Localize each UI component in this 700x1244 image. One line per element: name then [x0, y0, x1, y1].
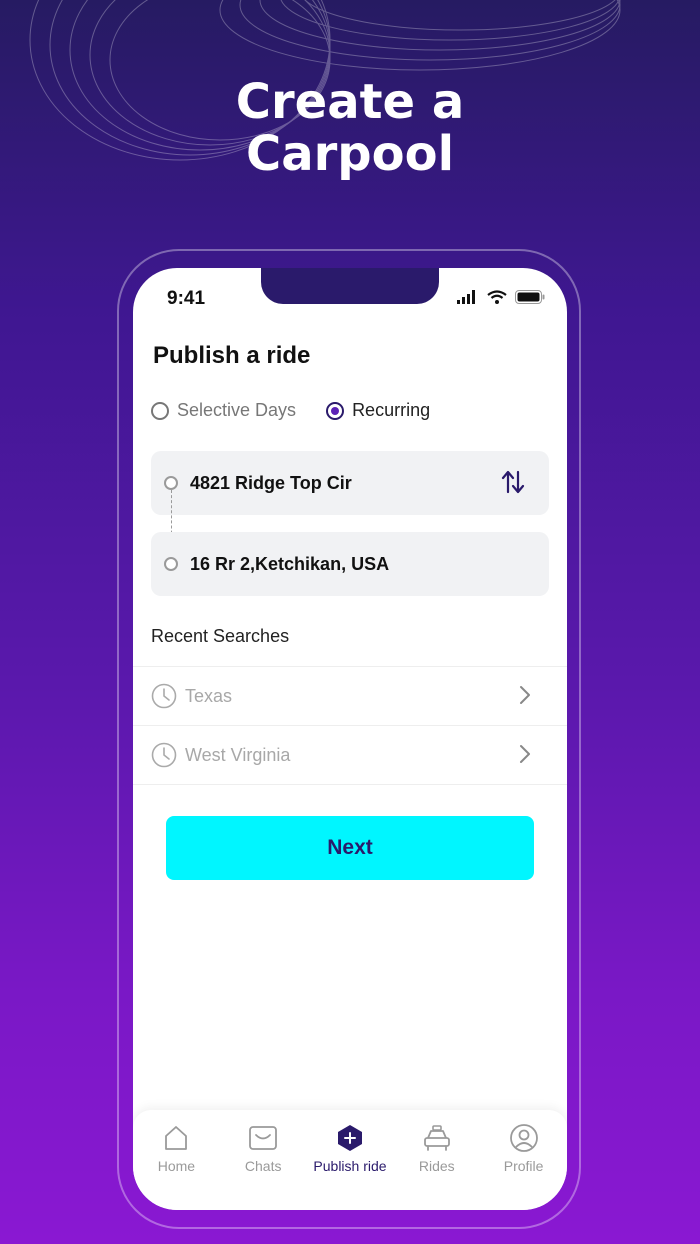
- to-location-text: 16 Rr 2,Ketchikan, USA: [190, 553, 390, 574]
- headline-line-1: Create a: [235, 74, 465, 130]
- tab-label: Rides: [418, 1158, 455, 1174]
- origin-dot-icon: [164, 476, 178, 490]
- radio-checked-icon: [326, 401, 345, 420]
- tab-label: Home: [157, 1158, 196, 1174]
- headline-line-2: Carpool: [245, 126, 455, 182]
- tab-profile[interactable]: Profile: [480, 1110, 567, 1210]
- clock-icon: [151, 683, 177, 709]
- recent-searches-heading: Recent Searches: [151, 626, 290, 646]
- to-location-field[interactable]: 16 Rr 2,Ketchikan, USA: [151, 532, 549, 596]
- radio-label: Selective Days: [177, 400, 297, 420]
- user-icon: [509, 1124, 538, 1152]
- chevron-right-icon: [520, 686, 530, 704]
- recent-search-item[interactable]: Texas: [133, 667, 567, 726]
- radio-label: Recurring: [352, 400, 431, 420]
- from-location-text: 4821 Ridge Top Cir: [190, 472, 352, 493]
- tab-label: Profile: [503, 1158, 544, 1174]
- tab-chats[interactable]: Chats: [220, 1110, 307, 1210]
- tab-home[interactable]: Home: [133, 1110, 220, 1210]
- signal-icon: [457, 290, 475, 304]
- phone-notch: [261, 268, 439, 304]
- radio-unchecked-icon: [151, 401, 169, 420]
- plus-hexagon-icon: [337, 1125, 362, 1151]
- wifi-icon: [487, 290, 507, 304]
- radio-recurring[interactable]: Recurring: [326, 400, 430, 421]
- headline: Create a Carpool: [0, 76, 700, 180]
- page-title: Publish a ride: [153, 342, 311, 369]
- recent-searches-list: Texas West Virginia: [133, 666, 567, 785]
- ride-type-radio-group: Selective Days Recurring: [151, 400, 430, 421]
- tab-publish-ride[interactable]: Publish ride: [307, 1110, 394, 1210]
- status-time: 9:41: [167, 288, 206, 309]
- recent-search-item[interactable]: West Virginia: [133, 726, 567, 785]
- destination-dot-icon: [164, 557, 178, 571]
- home-icon: [165, 1126, 188, 1150]
- tab-label: Publish ride: [313, 1158, 387, 1174]
- clock-icon: [151, 742, 177, 768]
- radio-selective-days[interactable]: Selective Days: [151, 400, 296, 421]
- chevron-right-icon: [520, 745, 530, 763]
- status-icons: [457, 290, 545, 304]
- recent-search-label: Texas: [185, 685, 233, 706]
- next-button[interactable]: Next: [166, 816, 534, 880]
- recent-search-label: West Virginia: [185, 744, 291, 765]
- bottom-tab-bar: Home Chats Publish ride Rides Profile: [133, 1110, 567, 1210]
- phone-screen: 9:41 Publish a ride Selective Days Recur…: [133, 268, 567, 1210]
- chat-icon: [249, 1126, 278, 1150]
- battery-icon: [515, 290, 545, 304]
- tab-label: Chats: [244, 1158, 282, 1174]
- car-icon: [423, 1125, 450, 1151]
- from-location-field[interactable]: 4821 Ridge Top Cir: [151, 451, 549, 515]
- swap-icon[interactable]: [501, 469, 525, 495]
- tab-rides[interactable]: Rides: [393, 1110, 480, 1210]
